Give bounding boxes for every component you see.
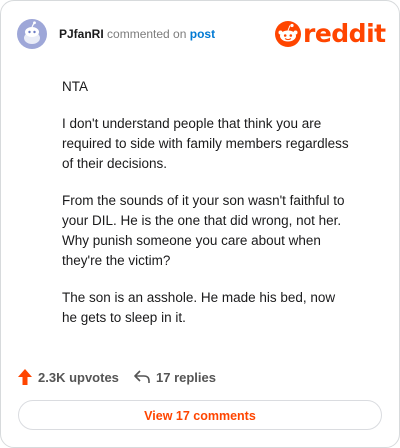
comment-footer: 2.3K upvotes 17 replies bbox=[17, 367, 383, 387]
reply-count: 17 replies bbox=[156, 369, 216, 385]
username[interactable]: PJfanRI bbox=[59, 27, 104, 41]
post-link[interactable]: post bbox=[190, 27, 215, 41]
comment-body: NTA I don't understand people that think… bbox=[62, 77, 352, 345]
view-comments-button[interactable]: View 17 comments bbox=[18, 400, 382, 430]
upvote-count: 2.3K upvotes bbox=[38, 369, 119, 385]
replies-button[interactable]: 17 replies bbox=[134, 367, 216, 387]
comment-paragraph: From the sounds of it your son wasn't fa… bbox=[62, 193, 345, 268]
upvote-arrow-icon bbox=[18, 369, 32, 385]
comment-paragraph: NTA bbox=[62, 79, 88, 94]
upvote-button[interactable]: 2.3K upvotes bbox=[18, 367, 119, 387]
action-text: commented on bbox=[107, 27, 187, 41]
brand-wordmark: reddit bbox=[303, 19, 386, 48]
comment-meta: PJfanRI commented on post bbox=[59, 27, 215, 41]
comment-header: PJfanRI commented on post reddit bbox=[17, 19, 386, 49]
comment-paragraph: The son is an asshole. He made his bed, … bbox=[62, 290, 336, 325]
reddit-logo-icon bbox=[275, 21, 301, 47]
comment-card: PJfanRI commented on post reddit NTA I d… bbox=[0, 0, 400, 448]
reddit-brand[interactable]: reddit bbox=[275, 19, 386, 49]
reply-arrow-icon bbox=[134, 370, 150, 383]
comment-paragraph: I don't understand people that think you… bbox=[62, 116, 349, 171]
avatar[interactable] bbox=[17, 19, 47, 49]
